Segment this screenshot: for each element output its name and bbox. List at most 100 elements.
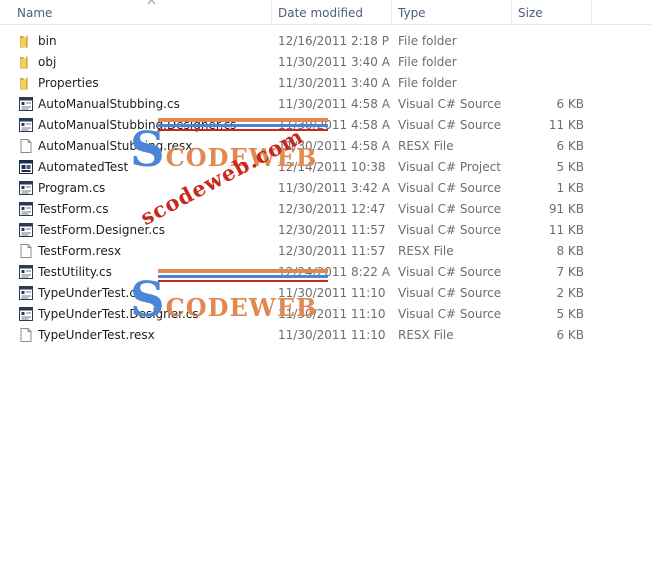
column-header-type[interactable]: Type bbox=[392, 0, 512, 24]
csharp-file-icon bbox=[18, 96, 34, 112]
file-row[interactable]: TestForm.resx 12/30/2011 11:57 ... RESX Fi… bbox=[0, 241, 651, 262]
file-row[interactable]: TestUtility.cs 12/24/2011 8:22 AM Visual C… bbox=[0, 262, 651, 283]
file-date-modified: 11/30/2011 11:10 ... bbox=[278, 328, 390, 342]
file-row[interactable]: AutoManualStubbing.resx 11/30/2011 4:58 A… bbox=[0, 136, 651, 157]
file-row[interactable]: AutoManualStubbing.Designer.cs 11/30/2011… bbox=[0, 115, 651, 136]
file-type: Visual C# Source f... bbox=[398, 265, 504, 279]
blank-file-icon bbox=[18, 138, 34, 154]
file-date-modified: 12/30/2011 11:57 ... bbox=[278, 244, 390, 258]
file-name: TestForm.cs bbox=[38, 202, 109, 216]
file-name: AutoManualStubbing.resx bbox=[38, 139, 193, 153]
file-size: 5 KB bbox=[556, 160, 584, 174]
file-size: 6 KB bbox=[556, 139, 584, 153]
file-size: 6 KB bbox=[556, 97, 584, 111]
file-name: AutomatedTest bbox=[38, 160, 129, 174]
csharp-file-icon bbox=[18, 285, 34, 301]
file-name: bin bbox=[38, 34, 57, 48]
file-row[interactable]: TestForm.cs 12/30/2011 12:47 ... Visual C#… bbox=[0, 199, 651, 220]
file-type: Visual C# Source f... bbox=[398, 97, 504, 111]
column-header-size-label: Size bbox=[518, 6, 543, 20]
file-row[interactable]: TypeUnderTest.Designer.cs 11/30/2011 11:1… bbox=[0, 304, 651, 325]
csharp-file-icon bbox=[18, 222, 34, 238]
file-type: File folder bbox=[398, 55, 457, 69]
file-row[interactable]: Program.cs 11/30/2011 3:42 AM Visual C# So… bbox=[0, 178, 651, 199]
file-date-modified: 12/24/2011 8:22 AM bbox=[278, 265, 390, 279]
file-type: Visual C# Source f... bbox=[398, 223, 504, 237]
file-date-modified: 12/16/2011 2:18 PM bbox=[278, 34, 390, 48]
file-type: RESX File bbox=[398, 139, 454, 153]
file-date-modified: 11/30/2011 3:40 AM bbox=[278, 76, 390, 90]
csharp-file-icon bbox=[18, 180, 34, 196]
file-list: bin 12/16/2011 2:18 PM File folder obj 11/30… bbox=[0, 31, 651, 346]
file-date-modified: 11/30/2011 3:40 AM bbox=[278, 55, 390, 69]
file-type: File folder bbox=[398, 76, 457, 90]
file-date-modified: 12/30/2011 11:57 ... bbox=[278, 223, 390, 237]
column-header-bar: Name Date modified Type Size bbox=[0, 0, 651, 25]
file-date-modified: 12/14/2011 10:38 ... bbox=[278, 160, 390, 174]
file-row[interactable]: obj 11/30/2011 3:40 AM File folder bbox=[0, 52, 651, 73]
csharp-file-icon bbox=[18, 117, 34, 133]
file-size: 11 KB bbox=[548, 223, 584, 237]
file-date-modified: 11/30/2011 4:58 AM bbox=[278, 118, 390, 132]
file-row[interactable]: AutoManualStubbing.cs 11/30/2011 4:58 AM V… bbox=[0, 94, 651, 115]
column-header-size[interactable]: Size bbox=[512, 0, 592, 24]
folder-icon bbox=[18, 54, 34, 70]
file-row[interactable]: TestForm.Designer.cs 12/30/2011 11:57 ...… bbox=[0, 220, 651, 241]
file-size bbox=[512, 52, 584, 73]
blank-file-icon bbox=[18, 243, 34, 259]
file-name: TypeUnderTest.Designer.cs bbox=[38, 307, 199, 321]
file-type: Visual C# Source f... bbox=[398, 118, 504, 132]
file-size: 2 KB bbox=[556, 286, 584, 300]
file-size: 6 KB bbox=[556, 328, 584, 342]
file-size: 11 KB bbox=[548, 118, 584, 132]
csharp-file-icon bbox=[18, 201, 34, 217]
folder-icon bbox=[18, 75, 34, 91]
file-date-modified: 11/30/2011 11:10 ... bbox=[278, 286, 390, 300]
file-row[interactable]: bin 12/16/2011 2:18 PM File folder bbox=[0, 31, 651, 52]
file-name: AutoManualStubbing.Designer.cs bbox=[38, 118, 237, 132]
csharp-file-icon bbox=[18, 306, 34, 322]
file-date-modified: 11/30/2011 4:58 AM bbox=[278, 97, 390, 111]
csproj-file-icon bbox=[18, 159, 34, 175]
file-row[interactable]: TypeUnderTest.cs 11/30/2011 11:10 ... Visu… bbox=[0, 283, 651, 304]
file-size: 7 KB bbox=[556, 265, 584, 279]
file-size: 8 KB bbox=[556, 244, 584, 258]
file-size: 91 KB bbox=[548, 202, 584, 216]
file-name: obj bbox=[38, 55, 57, 69]
file-size bbox=[512, 31, 584, 52]
file-date-modified: 11/30/2011 4:58 AM bbox=[278, 139, 390, 153]
file-type: File folder bbox=[398, 34, 457, 48]
file-size bbox=[512, 73, 584, 94]
file-date-modified: 11/30/2011 11:10 ... bbox=[278, 307, 390, 321]
file-name: TestUtility.cs bbox=[38, 265, 112, 279]
file-type: RESX File bbox=[398, 244, 454, 258]
file-name: TypeUnderTest.cs bbox=[38, 286, 143, 300]
column-header-name[interactable]: Name bbox=[11, 0, 272, 24]
file-size: 1 KB bbox=[556, 181, 584, 195]
file-size: 5 KB bbox=[556, 307, 584, 321]
file-name: AutoManualStubbing.cs bbox=[38, 97, 180, 111]
file-row[interactable]: Properties 11/30/2011 3:40 AM File folder bbox=[0, 73, 651, 94]
file-type: Visual C# Project f... bbox=[398, 160, 504, 174]
file-name: TypeUnderTest.resx bbox=[38, 328, 155, 342]
file-name: TestForm.Designer.cs bbox=[38, 223, 165, 237]
column-header-name-label: Name bbox=[17, 6, 53, 20]
file-row[interactable]: AutomatedTest 12/14/2011 10:38 ... Visual … bbox=[0, 157, 651, 178]
folder-icon bbox=[18, 33, 34, 49]
column-header-type-label: Type bbox=[398, 6, 426, 20]
csharp-file-icon bbox=[18, 264, 34, 280]
column-separator[interactable] bbox=[591, 0, 592, 24]
column-header-date-modified[interactable]: Date modified bbox=[272, 0, 392, 24]
file-type: Visual C# Source f... bbox=[398, 181, 504, 195]
file-type: Visual C# Source f... bbox=[398, 202, 504, 216]
file-name: TestForm.resx bbox=[38, 244, 122, 258]
file-row[interactable]: TypeUnderTest.resx 11/30/2011 11:10 ... RE… bbox=[0, 325, 651, 346]
file-type: Visual C# Source f... bbox=[398, 307, 504, 321]
file-name: Properties bbox=[38, 76, 99, 90]
file-date-modified: 11/30/2011 3:42 AM bbox=[278, 181, 390, 195]
blank-file-icon bbox=[18, 327, 34, 343]
sort-ascending-icon bbox=[147, 0, 156, 5]
file-type: RESX File bbox=[398, 328, 454, 342]
column-header-date-label: Date modified bbox=[278, 6, 364, 20]
file-date-modified: 12/30/2011 12:47 ... bbox=[278, 202, 390, 216]
